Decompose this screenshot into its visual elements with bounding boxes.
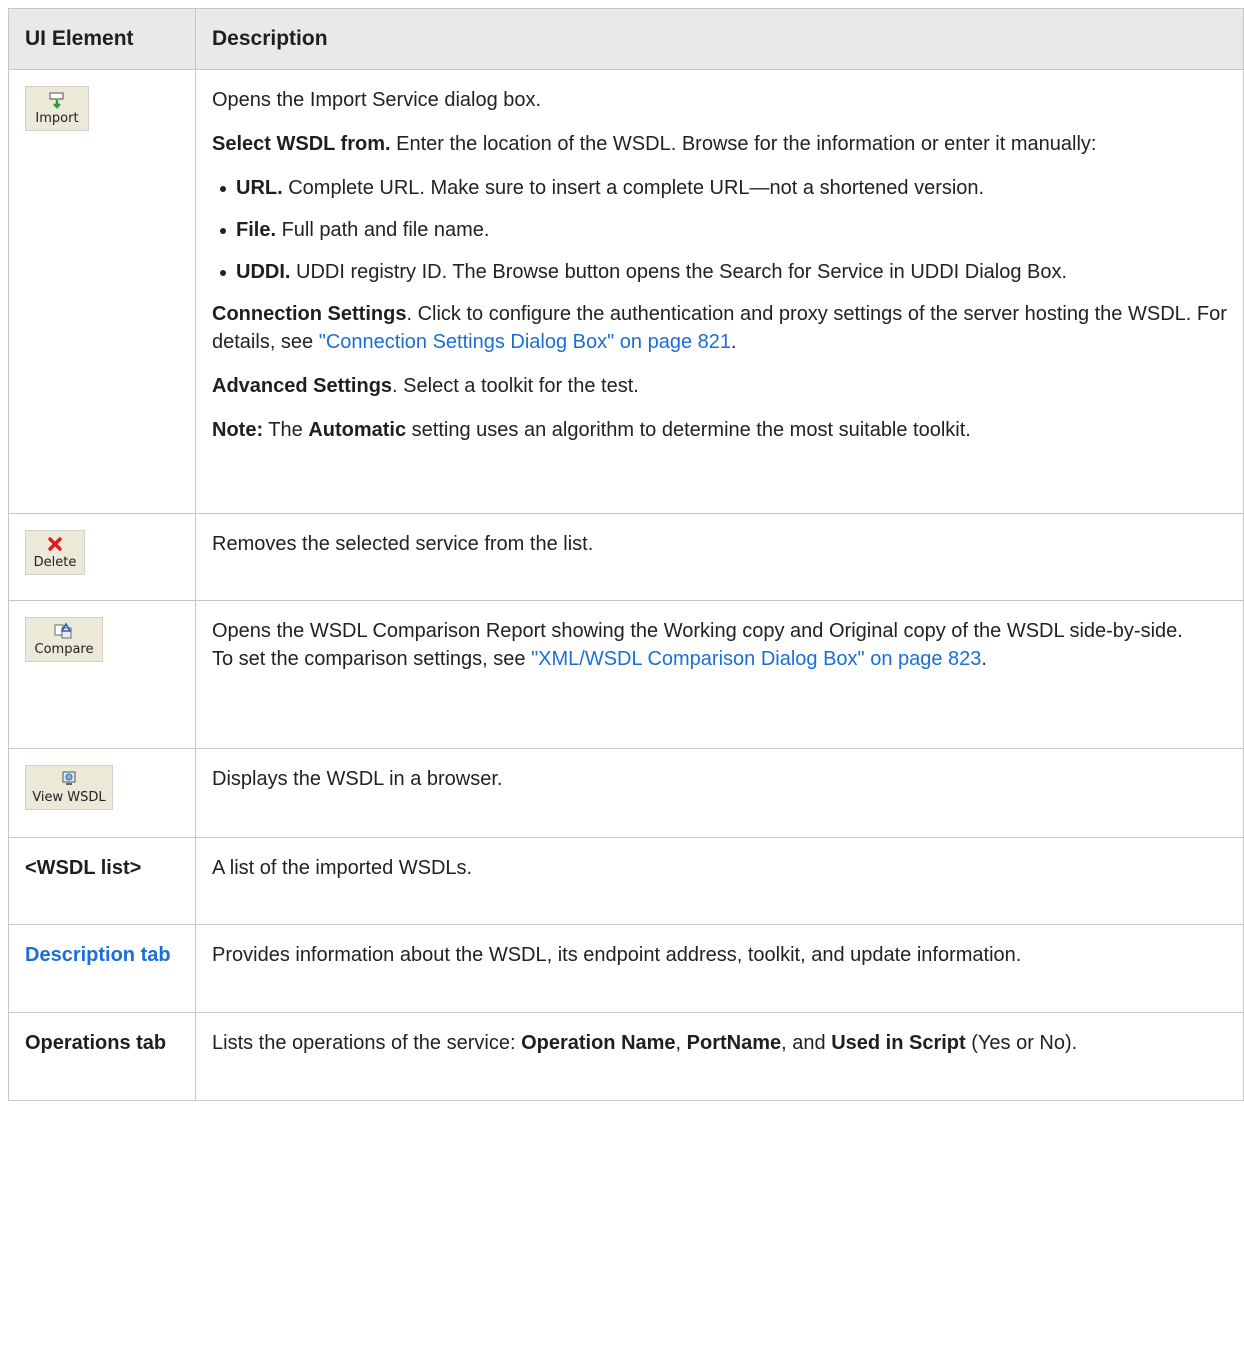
compare-end: . (981, 648, 987, 670)
import-button[interactable]: Import (25, 86, 89, 131)
table-row: Import Opens the Import Service dialog b… (8, 69, 1244, 514)
description-cell: Opens the Import Service dialog box. Sel… (195, 69, 1244, 514)
view-wsdl-button[interactable]: View WSDL (25, 765, 113, 810)
compare-text-1: Opens the WSDL Comparison Report showing… (212, 620, 1183, 642)
list-item: URL. Complete URL. Make sure to insert a… (220, 174, 1227, 202)
view-wsdl-icon (29, 770, 109, 788)
advanced-settings-para: Advanced Settings. Select a toolkit for … (212, 372, 1227, 400)
connection-settings-para: Connection Settings. Click to configure … (212, 300, 1227, 356)
file-text: Full path and file name. (276, 219, 490, 241)
compare-icon (29, 622, 99, 640)
table-header-row: UI Element Description (8, 8, 1244, 70)
operations-tab-description: Lists the operations of the service: Ope… (212, 1029, 1227, 1057)
port-name-term: PortName (686, 1032, 782, 1054)
operations-sep-2: , and (781, 1032, 832, 1054)
ui-element-cell: Delete (8, 513, 196, 601)
delete-button[interactable]: Delete (25, 530, 85, 575)
table-row: View WSDL Displays the WSDL in a browser… (8, 748, 1244, 838)
source-options-list: URL. Complete URL. Make sure to insert a… (212, 174, 1227, 286)
description-cell: A list of the imported WSDLs. (195, 837, 1244, 925)
select-wsdl-term: Select WSDL from. (212, 133, 391, 155)
table-row: Delete Removes the selected service from… (8, 513, 1244, 601)
delete-button-label: Delete (33, 555, 77, 570)
description-cell: Provides information about the WSDL, its… (195, 924, 1244, 1013)
file-term: File. (236, 219, 277, 241)
connection-settings-end: . (731, 331, 737, 353)
wsdl-list-label: <WSDL list> (8, 837, 196, 925)
compare-description: Opens the WSDL Comparison Report showing… (212, 617, 1227, 673)
operations-text-b: (Yes or No). (965, 1032, 1078, 1054)
ui-element-cell: Compare (8, 600, 196, 749)
view-wsdl-button-label: View WSDL (32, 790, 106, 805)
table-row: Operations tab Lists the operations of t… (8, 1012, 1244, 1101)
compare-button-label: Compare (34, 642, 94, 657)
import-icon (29, 91, 85, 109)
url-term: URL. (236, 177, 283, 199)
note-para: Note: The Automatic setting uses an algo… (212, 416, 1227, 444)
uddi-text: UDDI registry ID. The Browse button open… (290, 261, 1068, 283)
advanced-settings-text: . Select a toolkit for the test. (392, 375, 639, 397)
automatic-term: Automatic (308, 419, 407, 441)
advanced-settings-term: Advanced Settings (212, 375, 393, 397)
ui-element-cell: View WSDL (8, 748, 196, 838)
connection-settings-term: Connection Settings (212, 303, 407, 325)
operations-tab-label: Operations tab (8, 1012, 196, 1101)
description-cell: Removes the selected service from the li… (195, 513, 1244, 601)
operations-text-a: Lists the operations of the service: (212, 1032, 522, 1054)
list-item: UDDI. UDDI registry ID. The Browse butto… (220, 258, 1227, 286)
url-text: Complete URL. Make sure to insert a comp… (282, 177, 985, 199)
header-ui-element: UI Element (8, 8, 196, 70)
import-button-label: Import (35, 111, 79, 126)
select-wsdl-from-para: Select WSDL from. Enter the location of … (212, 130, 1227, 158)
select-wsdl-text: Enter the location of the WSDL. Browse f… (390, 133, 1097, 155)
operations-sep-1: , (675, 1032, 687, 1054)
ui-elements-table: UI Element Description Import Opens the … (8, 8, 1244, 1101)
delete-description: Removes the selected service from the li… (212, 533, 594, 555)
table-row: Compare Opens the WSDL Comparison Report… (8, 600, 1244, 749)
delete-icon (29, 535, 81, 553)
operation-name-term: Operation Name (521, 1032, 676, 1054)
connection-settings-link[interactable]: "Connection Settings Dialog Box" on page… (319, 331, 731, 353)
description-tab-link[interactable]: Description tab (8, 924, 196, 1013)
note-label: Note: (212, 419, 264, 441)
used-in-script-term: Used in Script (831, 1032, 966, 1054)
table-row: <WSDL list> A list of the imported WSDLs… (8, 837, 1244, 925)
comparison-dialog-link[interactable]: "XML/WSDL Comparison Dialog Box" on page… (531, 648, 981, 670)
description-cell: Lists the operations of the service: Ope… (195, 1012, 1244, 1101)
table-row: Description tab Provides information abo… (8, 924, 1244, 1013)
note-text-2: setting uses an algorithm to determine t… (406, 419, 971, 441)
description-cell: Opens the WSDL Comparison Report showing… (195, 600, 1244, 749)
note-text-1: The (263, 419, 309, 441)
description-tab-description: Provides information about the WSDL, its… (212, 944, 1022, 966)
compare-text-2: To set the comparison settings, see (212, 648, 532, 670)
import-intro: Opens the Import Service dialog box. (212, 89, 542, 111)
view-wsdl-description: Displays the WSDL in a browser. (212, 768, 503, 790)
description-cell: Displays the WSDL in a browser. (195, 748, 1244, 838)
header-description: Description (195, 8, 1244, 70)
compare-button[interactable]: Compare (25, 617, 103, 662)
list-item: File. Full path and file name. (220, 216, 1227, 244)
ui-element-cell: Import (8, 69, 196, 514)
uddi-term: UDDI. (236, 261, 291, 283)
wsdl-list-description: A list of the imported WSDLs. (212, 857, 473, 879)
